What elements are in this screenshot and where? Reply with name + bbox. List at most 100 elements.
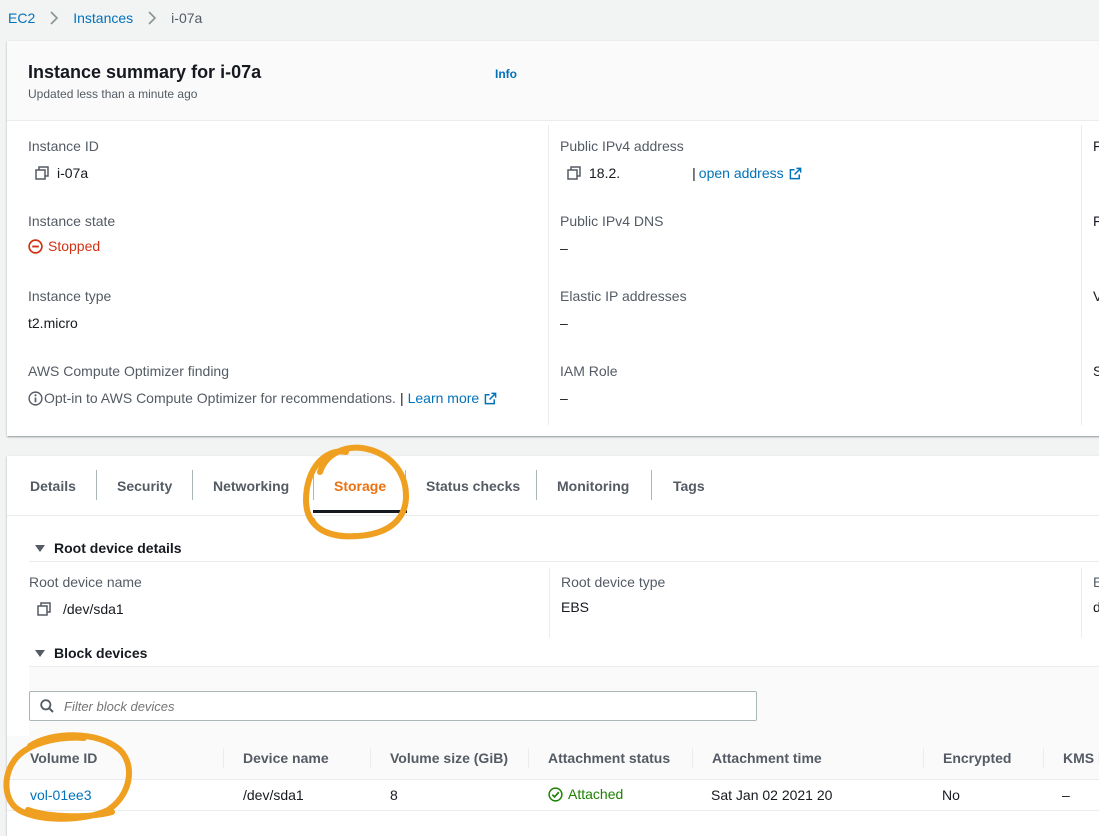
column-header-attachment-status[interactable]: Attachment status [548,750,670,766]
separator: | [692,165,696,181]
breadcrumb-current: i-07a [171,10,203,26]
volume-size-cell: 8 [390,787,398,803]
col3-label-cut: F [1093,213,1099,229]
root-device-name-label: Root device name [29,574,142,590]
col3-value-cut: d [1093,599,1099,615]
root-device-name-field: Root device name /dev/sda1 [29,574,142,617]
table-header-row: Volume ID Device name Volume size (GiB) … [7,736,1099,780]
tab-bar: Details Security Networking Storage Stat… [7,456,1099,516]
instance-type-field: Instance type t2.micro [28,288,111,331]
tab-status-checks[interactable]: Status checks [405,470,541,502]
column-header-kms[interactable]: KMS I [1063,750,1099,766]
volume-id-link[interactable]: vol-01ee3 [30,787,92,803]
elastic-ip-field: Elastic IP addresses – [560,288,687,331]
public-dns-value: – [560,240,568,256]
tab-details[interactable]: Details [9,470,97,502]
table-row: vol-01ee3 /dev/sda1 8 Attached Sat Jan 0… [7,780,1099,811]
page-title: Instance summary for i-07a [28,62,262,82]
instance-type-label: Instance type [28,288,112,304]
kms-cell: – [1062,787,1070,803]
copy-icon[interactable] [37,602,51,616]
filter-block-devices-input[interactable] [64,694,744,718]
elastic-ip-value: – [560,315,568,331]
column-divider [528,748,529,768]
separator: | [399,390,404,406]
tab-security[interactable]: Security [96,470,193,502]
col3-label-cut: F [1093,138,1099,154]
col3-label-cut: S [1093,363,1099,379]
tab-storage[interactable]: Storage [313,470,408,513]
filter-block-devices[interactable] [29,691,757,721]
public-dns-label: Public IPv4 DNS [560,213,664,229]
attachment-time-cell: Sat Jan 02 2021 20 [711,787,833,803]
learn-more-link[interactable]: Learn more [408,390,480,406]
column-divider [692,748,693,768]
column-divider [1043,748,1044,768]
public-ipv4-label: Public IPv4 address [560,138,684,154]
copy-icon[interactable] [35,166,49,180]
column-header-attachment-time[interactable]: Attachment time [712,750,822,766]
chevron-right-icon [50,11,59,25]
instance-summary-panel: Instance summary for i-07a Updated less … [7,41,1099,436]
breadcrumb: EC2 Instances i-07a [8,10,202,26]
info-circle-icon [28,390,43,406]
instance-details-panel: Details Security Networking Storage Stat… [7,456,1099,836]
col3-label-cut: E [1093,574,1099,590]
col3-label-cut: V [1093,288,1099,304]
column-divider [223,748,224,768]
search-icon [40,699,54,713]
tab-monitoring[interactable]: Monitoring [536,470,650,502]
stopped-icon [28,238,43,254]
external-link-icon [789,167,801,179]
column-divider [548,125,549,425]
root-device-type-label: Root device type [561,574,666,590]
attachment-status-cell: Attached [548,786,623,802]
public-ipv4-value: 18.2. [589,165,621,181]
chevron-right-icon [148,11,157,25]
column-divider [370,748,371,768]
block-devices-section-toggle[interactable]: Block devices [35,645,147,661]
optimizer-text: Opt-in to AWS Compute Optimizer for reco… [44,390,396,406]
elastic-ip-label: Elastic IP addresses [560,288,687,304]
instance-state-field: Instance state Stopped [28,213,115,254]
breadcrumb-ec2-link[interactable]: EC2 [8,10,35,26]
column-header-device-name[interactable]: Device name [243,750,329,766]
open-address-link[interactable]: open address [699,165,784,181]
root-device-section-toggle[interactable]: Root device details [35,540,182,556]
instance-state-value: Stopped [48,238,101,254]
col3-field-cut: E d [1093,574,1099,615]
column-divider [549,568,550,638]
updated-text: Updated less than a minute ago [28,87,198,101]
caret-down-icon [35,649,45,657]
block-devices-table: Volume ID Device name Volume size (GiB) … [7,736,1099,811]
copy-icon[interactable] [567,166,581,180]
tab-networking[interactable]: Networking [192,470,310,502]
iam-role-field: IAM Role – [560,363,618,406]
iam-role-value: – [560,390,568,406]
column-divider [1081,125,1082,425]
device-name-cell: /dev/sda1 [243,787,304,803]
column-header-volume-id[interactable]: Volume ID [30,750,97,766]
info-link[interactable]: Info [495,67,517,81]
summary-header: Instance summary for i-07a Updated less … [7,41,1099,121]
root-device-section-title: Root device details [54,540,182,556]
tab-tags[interactable]: Tags [652,470,726,502]
caret-down-icon [35,544,45,552]
breadcrumb-instances-link[interactable]: Instances [73,10,133,26]
column-header-encrypted[interactable]: Encrypted [943,750,1011,766]
iam-role-label: IAM Role [560,363,618,379]
instance-type-value: t2.micro [28,315,78,331]
instance-id-field: Instance ID i-07a [28,138,99,181]
block-devices-section-title: Block devices [54,645,148,661]
column-divider [1081,568,1082,638]
root-device-type-field: Root device type EBS [561,574,665,615]
external-link-icon [484,392,497,404]
root-device-name-value: /dev/sda1 [63,601,124,617]
divider [29,561,1099,562]
column-header-volume-size[interactable]: Volume size (GiB) [390,750,508,766]
instance-id-value: i-07a [57,165,89,181]
optimizer-field: AWS Compute Optimizer finding Opt-in to … [28,363,497,406]
column-divider [923,748,924,768]
root-device-type-value: EBS [561,599,590,615]
instance-state-label: Instance state [28,213,116,229]
